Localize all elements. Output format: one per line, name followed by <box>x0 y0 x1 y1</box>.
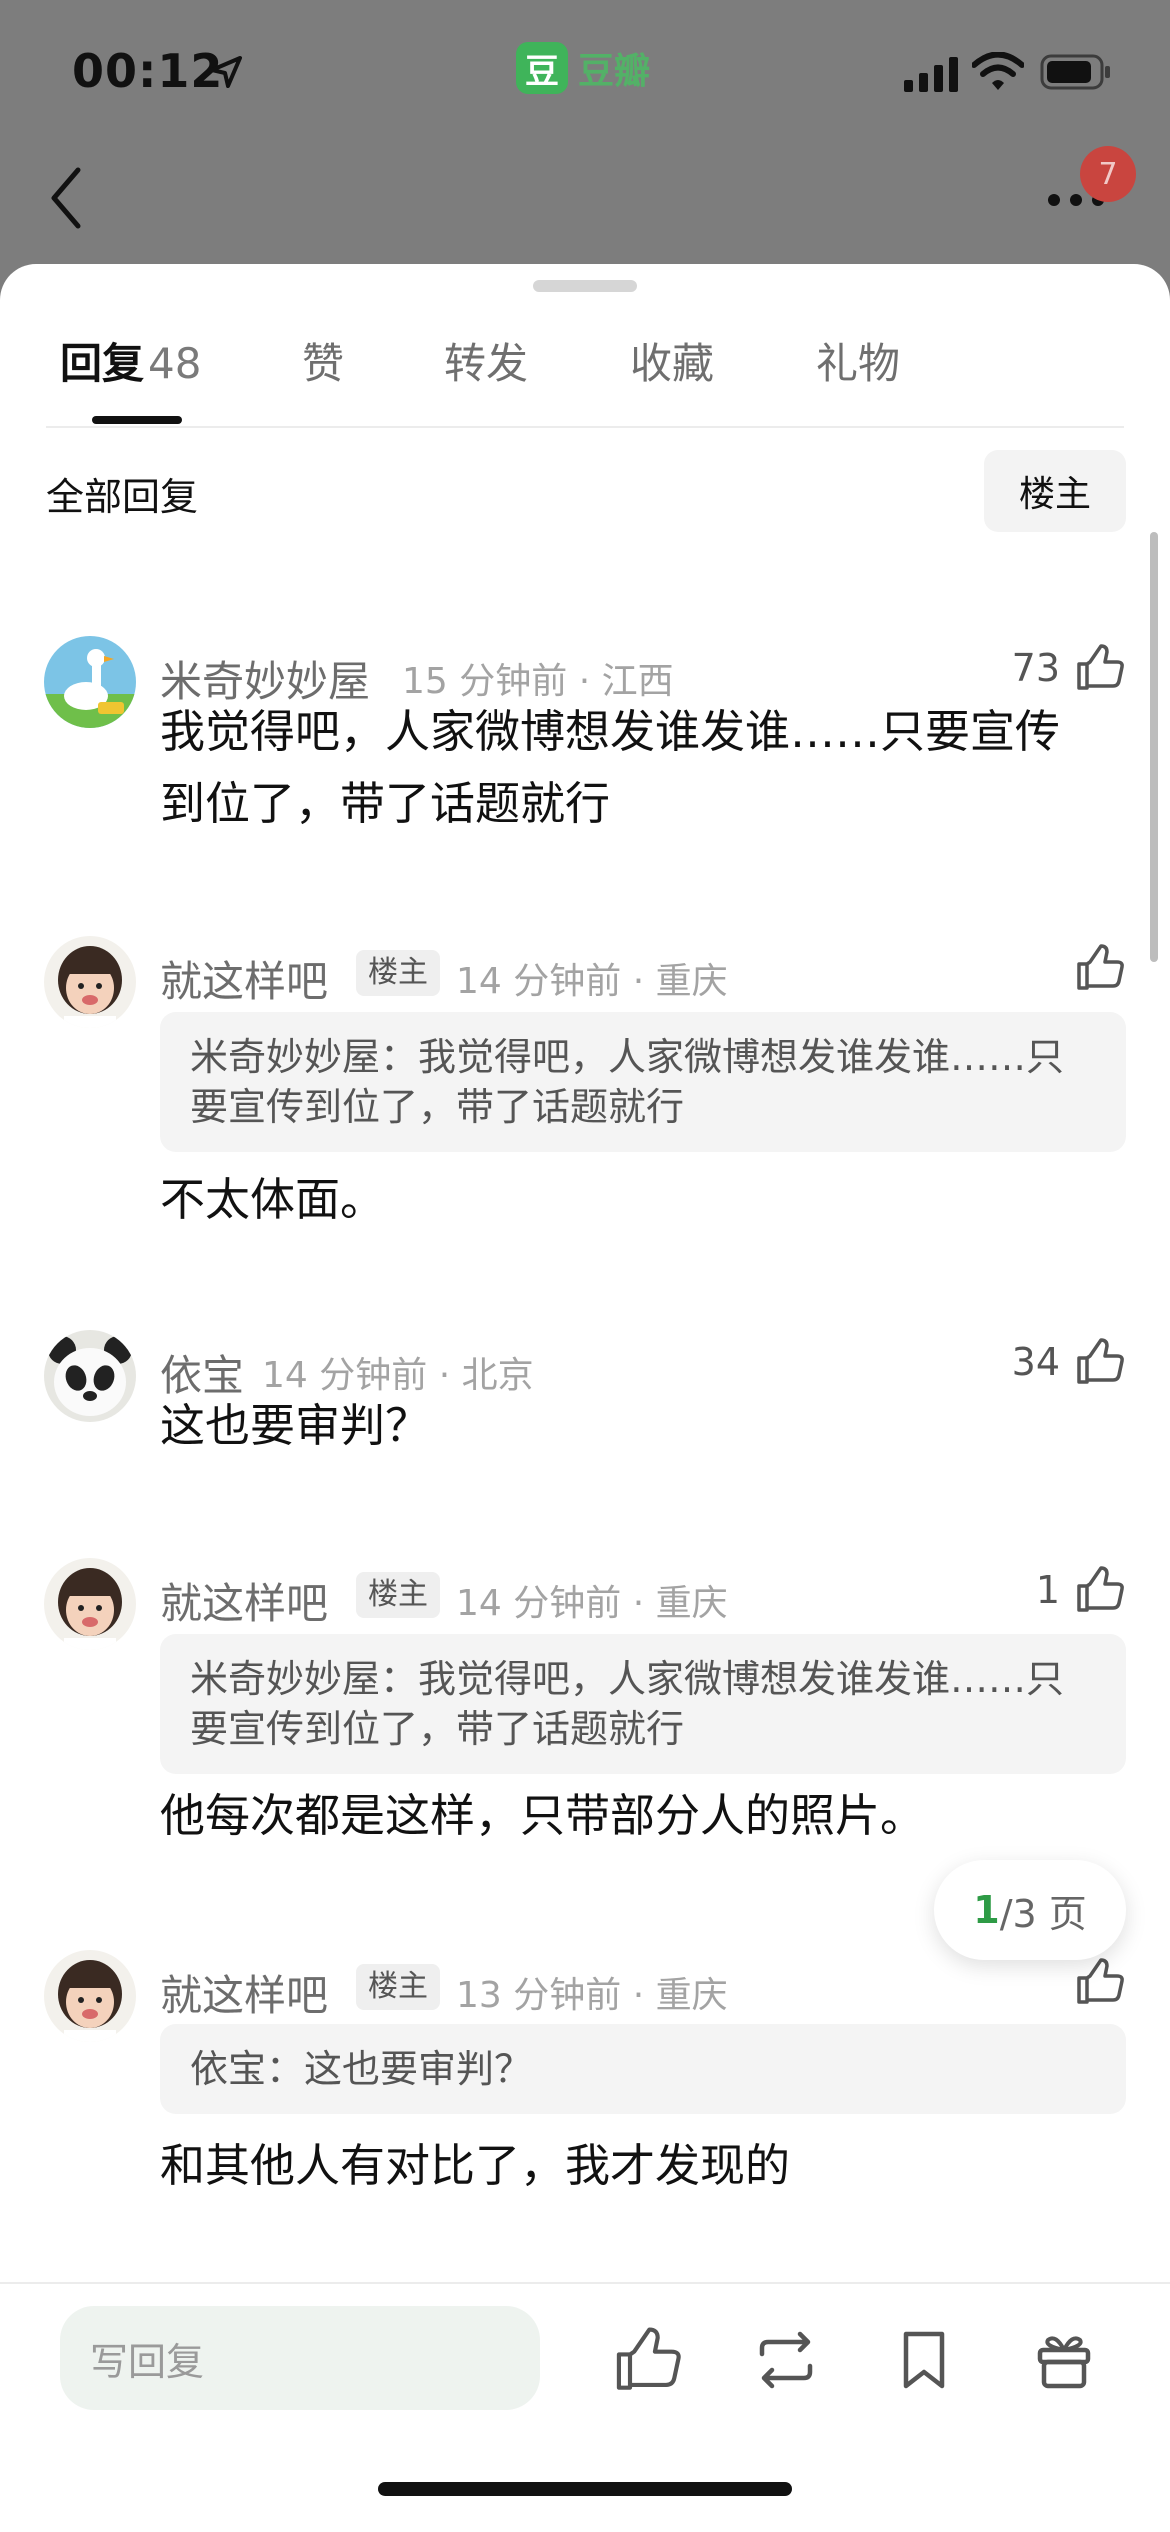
like-button[interactable] <box>1060 942 1126 994</box>
like-button[interactable] <box>1060 1956 1126 2008</box>
repost-icon[interactable] <box>750 2324 822 2396</box>
tab-replies-count: 48 <box>148 339 202 388</box>
notification-badge[interactable]: 7 <box>1080 146 1136 202</box>
sheet-grabber[interactable] <box>533 280 637 292</box>
quoted-reply-line: 米奇妙妙屋：我觉得吧，人家微博想发谁发谁……只 <box>190 1035 1065 1079</box>
op-tag: 楼主 <box>356 1572 440 1618</box>
section-title: 全部回复 <box>46 475 199 519</box>
active-tab-indicator <box>92 416 182 424</box>
wifi-icon <box>972 52 1024 90</box>
replies-sheet: 回复48 赞 转发 收藏 礼物 全部回复 楼主 米奇妙妙屋 15 分钟前 · 江… <box>0 264 1170 2532</box>
like-button[interactable]: 34 <box>1012 1336 1126 1388</box>
page-indicator[interactable]: 1/3 页 <box>934 1860 1126 1960</box>
home-indicator <box>378 2482 792 2496</box>
username[interactable]: 就这样吧 <box>160 1962 328 2023</box>
thumbs-up-icon[interactable] <box>612 2324 684 2396</box>
op-tag: 楼主 <box>356 1964 440 2010</box>
tab-replies[interactable]: 回复48 <box>60 328 201 418</box>
thumbs-up-icon <box>1077 644 1124 690</box>
app-indicator: 豆 豆瓣 <box>516 42 650 94</box>
tab-favorites[interactable]: 收藏 <box>630 328 714 418</box>
comment-text: 他每次都是这样，只带部分人的照片。 <box>160 1789 926 1842</box>
tab-replies-label: 回复 <box>60 339 145 388</box>
like-count: 34 <box>1011 1340 1060 1384</box>
douban-logo: 豆 <box>516 42 568 94</box>
quoted-reply[interactable]: 米奇妙妙屋：我觉得吧，人家微博想发谁发谁……只 要宣传到位了，带了话题就行 <box>160 1012 1126 1152</box>
like-button[interactable]: 73 <box>1012 642 1126 694</box>
quoted-reply[interactable]: 米奇妙妙屋：我觉得吧，人家微博想发谁发谁……只 要宣传到位了，带了话题就行 <box>160 1634 1126 1774</box>
child-avatar-image <box>44 936 136 1028</box>
battery-icon <box>1040 54 1110 90</box>
gift-icon[interactable] <box>1028 2324 1100 2396</box>
child-avatar-image <box>44 1950 136 2042</box>
page-total: /3 页 <box>999 1891 1087 1936</box>
avatar[interactable] <box>44 1330 136 1422</box>
tab-likes[interactable]: 赞 <box>302 328 344 418</box>
quoted-reply[interactable]: 依宝：这也要审判？ <box>160 2024 1126 2114</box>
thumbs-up-icon <box>1077 1958 1124 2004</box>
tab-reposts[interactable]: 转发 <box>444 328 528 418</box>
panda-avatar-image <box>44 1330 136 1422</box>
comment-text: 不太体面。 <box>160 1173 386 1226</box>
comment-text: 这也要审判？ <box>160 1399 431 1452</box>
scrollbar[interactable] <box>1150 532 1158 962</box>
comment-text: 和其他人有对比了，我才发现的 <box>160 2139 791 2192</box>
child-avatar-image <box>44 1558 136 1650</box>
avatar[interactable] <box>44 636 136 728</box>
comment-text-line: 我觉得吧，人家微博想发谁发谁……只要宣传 <box>160 705 1061 758</box>
op-tag: 楼主 <box>356 950 440 996</box>
comment-text-line: 到位了，带了话题就行 <box>160 777 611 830</box>
quoted-reply-line: 要宣传到位了，带了话题就行 <box>190 1085 685 1129</box>
goose-avatar-image <box>44 636 136 728</box>
back-chevron-icon[interactable] <box>40 160 96 236</box>
page-current: 1 <box>973 1888 1000 1932</box>
avatar[interactable] <box>44 1558 136 1650</box>
status-time: 00:12 <box>72 44 224 98</box>
comment-meta: 13 分钟前 · 重庆 <box>456 1975 728 2016</box>
status-bar: 00:12 豆 豆瓣 <box>0 0 1170 150</box>
like-button[interactable]: 1 <box>1036 1564 1126 1616</box>
reply-input[interactable]: 写回复 <box>60 2306 540 2410</box>
comment-meta: 14 分钟前 · 重庆 <box>456 1583 728 1624</box>
quoted-reply-line: 要宣传到位了，带了话题就行 <box>190 1707 685 1751</box>
tab-gifts[interactable]: 礼物 <box>816 328 900 418</box>
quoted-reply-line: 米奇妙妙屋：我觉得吧，人家微博想发谁发谁……只 <box>190 1657 1065 1701</box>
comment-meta: 14 分钟前 · 重庆 <box>456 961 728 1002</box>
username[interactable]: 就这样吧 <box>160 948 328 1009</box>
avatar[interactable] <box>44 1950 136 2042</box>
location-arrow-icon <box>210 56 242 88</box>
like-count: 73 <box>1011 646 1060 690</box>
username[interactable]: 就这样吧 <box>160 1570 328 1631</box>
bookmark-icon[interactable] <box>888 2324 960 2396</box>
thumbs-up-icon <box>1077 944 1124 990</box>
tab-bar: 回复48 赞 转发 收藏 礼物 <box>46 328 1124 428</box>
comment-text: 我觉得吧，人家微博想发谁发谁……只要宣传 到位了，带了话题就行 <box>160 696 1120 840</box>
like-count: 1 <box>1035 1568 1060 1612</box>
op-filter-button[interactable]: 楼主 <box>984 450 1126 532</box>
signal-icon <box>904 57 958 92</box>
thumbs-up-icon <box>1077 1566 1124 1612</box>
thumbs-up-icon <box>1077 1338 1124 1384</box>
avatar[interactable] <box>44 936 136 1028</box>
app-name: 豆瓣 <box>578 51 651 92</box>
